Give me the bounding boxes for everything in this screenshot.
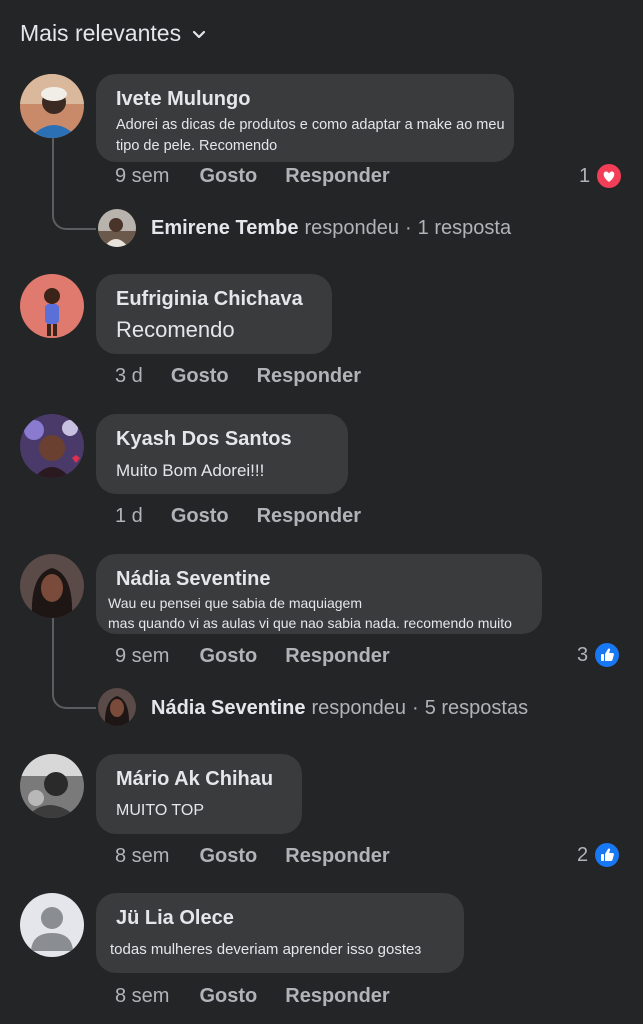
view-replies-link[interactable]: Emirene Tembe respondeu · 1 resposta (151, 217, 511, 240)
reply-button[interactable]: Responder (285, 985, 389, 1008)
comment-bubble: Jü Lia Olece todas mulheres deveriam apr… (96, 893, 464, 973)
reaction-number: 2 (577, 843, 589, 866)
comment-time[interactable]: 8 sem (115, 845, 169, 868)
comment-time[interactable]: 3 d (115, 365, 143, 388)
comment-author[interactable]: Jü Lia Olece (116, 907, 444, 930)
reply-button[interactable]: Responder (285, 645, 389, 668)
avatar[interactable] (20, 554, 84, 618)
reaction-count[interactable]: 2 (577, 842, 621, 868)
reaction-number: 1 (579, 164, 591, 187)
comment-author[interactable]: Kyash Dos Santos (116, 428, 328, 451)
comment-text: Recomendo (116, 317, 235, 342)
comment-bubble: Nádia Seventine Wau eu pensei que sabia … (96, 554, 542, 634)
avatar[interactable] (20, 754, 84, 818)
comment-author[interactable]: Nádia Seventine (116, 568, 522, 591)
chevron-down-icon (192, 30, 206, 38)
like-button[interactable]: Gosto (199, 645, 257, 668)
avatar[interactable] (20, 274, 84, 338)
comment-text-line: Adorei as dicas de produtos e como adapt… (116, 117, 505, 133)
separator-dot: · (405, 217, 412, 239)
comment-author[interactable]: Eufriginia Chichava (116, 288, 312, 311)
view-replies-link[interactable]: Nádia Seventine respondeu · 5 respostas (151, 697, 528, 720)
like-reaction-icon (594, 642, 621, 668)
thread-line (52, 138, 96, 230)
like-reaction-icon (594, 842, 621, 868)
like-button[interactable]: Gosto (171, 505, 229, 528)
reply-author: Emirene Tembe (151, 217, 299, 239)
like-button[interactable]: Gosto (171, 365, 229, 388)
comment-time[interactable]: 1 d (115, 505, 143, 528)
avatar[interactable] (20, 414, 84, 478)
reply-verb: respondeu (304, 217, 399, 239)
heart-reaction-icon (596, 163, 623, 189)
comment-text: Adorei as dicas de produtos e como adapt… (116, 115, 505, 157)
reply-author: Nádia Seventine (151, 697, 306, 719)
comment-text-line: tipo de pele. Recomendo (116, 138, 278, 154)
comment-actions: 8 sem Gosto Responder (115, 985, 390, 1008)
comment-time[interactable]: 9 sem (115, 165, 169, 188)
reaction-count[interactable]: 3 (577, 642, 621, 668)
reply-button[interactable]: Responder (257, 505, 361, 528)
comments-panel: Mais relevantes Ivete Mulungo Adorei as … (0, 0, 643, 1024)
sort-dropdown[interactable]: Mais relevantes (20, 20, 207, 47)
reply-button[interactable]: Responder (285, 845, 389, 868)
comment-text: MUITO TOP (116, 802, 205, 819)
comment-actions: 9 sem Gosto Responder (115, 645, 390, 668)
comment-text: Muito Bom Adorei!!! (116, 461, 265, 480)
reply-button[interactable]: Responder (285, 165, 389, 188)
avatar[interactable] (20, 74, 84, 138)
comment-author[interactable]: Ivete Mulungo (116, 88, 494, 111)
like-button[interactable]: Gosto (199, 845, 257, 868)
thread-line (52, 618, 96, 709)
comment-actions: 1 d Gosto Responder (115, 505, 361, 528)
comment-text-line: Wau eu pensei que sabia de maquiagem (108, 595, 362, 611)
separator-dot: · (412, 697, 419, 719)
comment-bubble: Ivete Mulungo Adorei as dicas de produto… (96, 74, 514, 162)
like-button[interactable]: Gosto (199, 165, 257, 188)
reaction-count[interactable]: 1 (579, 163, 623, 189)
comment-text: todas mulheres deveriam aprender isso go… (110, 941, 422, 958)
reply-verb: respondeu (311, 697, 407, 719)
comment-actions: 8 sem Gosto Responder (115, 845, 390, 868)
comment-author[interactable]: Mário Ak Chihau (116, 768, 282, 791)
reaction-number: 3 (577, 643, 589, 666)
comment-text: Wau eu pensei que sabia de maquiagem mas… (108, 593, 522, 633)
comment-bubble: Eufriginia Chichava Recomendo (96, 274, 332, 354)
reply-count: 1 resposta (417, 217, 512, 239)
sort-label: Mais relevantes (20, 20, 182, 46)
comment-bubble: Kyash Dos Santos Muito Bom Adorei!!! (96, 414, 348, 494)
comment-bubble: Mário Ak Chihau MUITO TOP (96, 754, 302, 834)
default-avatar-icon[interactable] (20, 893, 84, 957)
like-button[interactable]: Gosto (199, 985, 257, 1008)
comment-text-line: mas quando vi as aulas vi que nao sabia … (108, 615, 512, 631)
comment-actions: 3 d Gosto Responder (115, 365, 361, 388)
reply-count: 5 respostas (424, 697, 529, 719)
comment-time[interactable]: 9 sem (115, 645, 169, 668)
reply-button[interactable]: Responder (257, 365, 361, 388)
reply-avatar[interactable] (98, 688, 136, 726)
reply-avatar[interactable] (98, 209, 136, 247)
comment-actions: 9 sem Gosto Responder (115, 165, 390, 188)
comment-time[interactable]: 8 sem (115, 985, 169, 1008)
